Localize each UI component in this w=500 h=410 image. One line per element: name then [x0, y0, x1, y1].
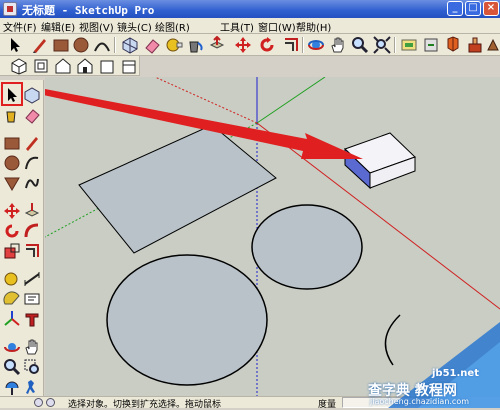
move-icon[interactable] [234, 36, 252, 54]
pencil-line-icon[interactable] [23, 134, 41, 152]
rectangle-icon[interactable] [3, 134, 21, 152]
large-tool-set-palette [0, 80, 44, 396]
views-toolbar [0, 56, 140, 76]
menu-tools[interactable]: 工具(T) [220, 19, 254, 34]
green-axis [256, 77, 326, 124]
paint-bucket-icon[interactable] [186, 36, 204, 54]
toolbar-separator [394, 37, 396, 53]
selection-tool-highlight [1, 82, 23, 106]
make-component-icon[interactable] [121, 36, 139, 54]
zoom-icon[interactable] [3, 358, 21, 376]
sketchup-window: 无标题 - SketchUp Pro _ □ × 文件(F) 编辑(E) 视图(… [0, 0, 500, 410]
arc-icon[interactable] [93, 36, 111, 54]
measurements-label: 度量 [318, 400, 337, 410]
3d-warehouse-icon[interactable] [400, 36, 418, 54]
extension-icon[interactable] [486, 36, 500, 54]
title-bar: 无标题 - SketchUp Pro _ □ × [0, 0, 500, 18]
offset-icon[interactable] [23, 242, 41, 260]
rotate-icon[interactable] [3, 222, 21, 240]
pan-hand-icon[interactable] [23, 338, 41, 356]
maximize-button[interactable]: □ [465, 1, 481, 16]
push-pull-icon[interactable] [208, 36, 226, 54]
orbit-icon[interactable] [307, 36, 325, 54]
zoom-window-icon[interactable] [23, 358, 41, 376]
axes-icon[interactable] [3, 310, 21, 328]
pan-hand-icon[interactable] [329, 36, 347, 54]
rotate-icon[interactable] [258, 36, 276, 54]
scale-icon[interactable] [3, 242, 21, 260]
move-icon[interactable] [3, 202, 21, 220]
share-model-icon[interactable] [444, 36, 462, 54]
menu-file[interactable]: 文件(F) [3, 19, 37, 34]
3d-text-icon[interactable] [23, 310, 41, 328]
arc-icon[interactable] [23, 154, 41, 172]
eraser-icon[interactable] [23, 106, 41, 124]
protractor-icon[interactable] [3, 290, 21, 308]
menu-edit[interactable]: 编辑(E) [41, 19, 75, 34]
get-models-icon[interactable] [422, 36, 440, 54]
offset-icon[interactable] [282, 36, 300, 54]
polygon-icon[interactable] [3, 174, 21, 192]
watermark-url: jiaocheng.chazidian.com [370, 397, 470, 406]
menu-help[interactable]: 帮助(H) [296, 19, 331, 34]
small-circle-face[interactable] [251, 204, 363, 290]
front-view-icon[interactable] [54, 57, 72, 75]
walk-icon[interactable] [23, 378, 41, 396]
right-view-icon[interactable] [76, 57, 94, 75]
zoom-icon[interactable] [351, 36, 369, 54]
close-button[interactable]: × [483, 1, 499, 16]
rectangle-icon[interactable] [52, 36, 70, 54]
main-toolbar [0, 34, 500, 56]
paint-bucket-icon[interactable] [3, 106, 21, 124]
dimension-icon[interactable] [23, 270, 41, 288]
credits-icon[interactable] [46, 398, 55, 407]
status-icons [34, 397, 64, 409]
large-circle-face[interactable] [106, 254, 268, 386]
window-title: 无标题 - SketchUp Pro [22, 4, 155, 17]
push-pull-icon[interactable] [23, 202, 41, 220]
tape-measure-icon[interactable] [165, 36, 183, 54]
menu-draw[interactable]: 绘图(R) [155, 19, 190, 34]
circle-icon[interactable] [3, 154, 21, 172]
top-view-icon[interactable] [32, 57, 50, 75]
rectangle-face[interactable] [78, 124, 277, 254]
extension-icon[interactable] [466, 36, 484, 54]
back-view-icon[interactable] [98, 57, 116, 75]
geo-location-icon[interactable] [34, 398, 43, 407]
pencil-line-icon[interactable] [31, 36, 49, 54]
menu-bar: 文件(F) 编辑(E) 视图(V) 镜头(C) 绘图(R) 工具(T) 窗口(W… [0, 18, 500, 34]
component-box-callout [344, 132, 416, 190]
freehand-icon[interactable] [23, 174, 41, 192]
toolbar-separator [114, 37, 116, 53]
menu-camera[interactable]: 镜头(C) [117, 19, 152, 34]
text-icon[interactable] [23, 290, 41, 308]
iso-view-icon[interactable] [10, 57, 28, 75]
sketchup-app-icon [3, 2, 17, 16]
eraser-icon[interactable] [143, 36, 161, 54]
menu-view[interactable]: 视图(V) [79, 19, 114, 34]
watermark-site: jb51.net [432, 368, 479, 379]
minimize-button[interactable]: _ [447, 1, 463, 16]
tape-measure-icon[interactable] [3, 270, 21, 288]
menu-window[interactable]: 窗口(W) [258, 19, 296, 34]
orbit-icon[interactable] [3, 338, 21, 356]
toolbar-separator [302, 37, 304, 53]
follow-me-icon[interactable] [23, 222, 41, 240]
circle-icon[interactable] [72, 36, 90, 54]
select-arrow-icon[interactable] [6, 36, 24, 54]
position-camera-icon[interactable] [3, 378, 21, 396]
zoom-extents-icon[interactable] [373, 36, 391, 54]
status-message: 选择对象。切换到扩充选择。拖动鼠标 [68, 400, 222, 410]
make-component-icon[interactable] [23, 86, 41, 104]
left-view-icon[interactable] [120, 57, 138, 75]
